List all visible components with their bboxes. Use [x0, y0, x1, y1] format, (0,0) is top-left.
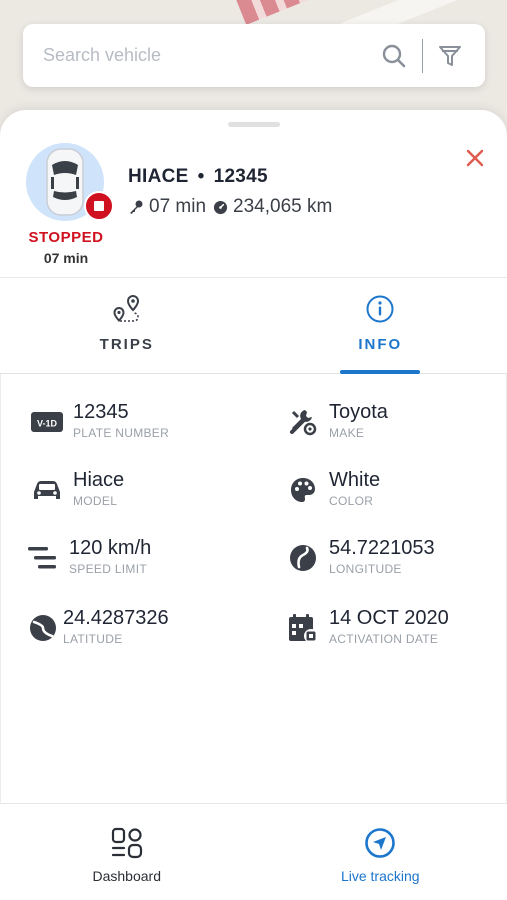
tools-icon: [285, 404, 321, 440]
longitude-label: LONGITUDE: [329, 562, 402, 576]
info-speed-limit: 120 km/h SPEED LIMIT: [25, 536, 151, 576]
dashboard-icon: [110, 826, 144, 860]
color-value: White: [329, 469, 381, 491]
speed-lines-icon: [25, 540, 61, 576]
search-input[interactable]: [23, 24, 380, 87]
engine-duration: 07 min: [149, 196, 207, 217]
speed-limit-label: SPEED LIMIT: [69, 562, 147, 576]
info-make: Toyota MAKE: [285, 400, 388, 440]
make-value: Toyota: [329, 401, 388, 423]
color-label: COLOR: [329, 494, 374, 508]
vehicle-header: STOPPED 07 min HIACE • 12345 07 min 234,…: [0, 110, 507, 278]
nav-dashboard[interactable]: Dashboard: [0, 806, 254, 900]
close-icon[interactable]: [464, 147, 486, 169]
navigation-icon: [363, 826, 397, 860]
plate-number-value: 12345: [73, 401, 129, 423]
bottom-navigation: Dashboard Live tracking: [0, 806, 507, 900]
status-duration: 07 min: [43, 250, 89, 266]
nav-dashboard-label: Dashboard: [92, 868, 162, 884]
tab-info-label: INFO: [358, 336, 403, 353]
vehicle-avatar: [26, 143, 114, 223]
longitude-icon: [285, 540, 321, 576]
speed-limit-value: 120 km/h: [69, 537, 152, 559]
activation-date-value: 14 OCT 2020: [329, 607, 449, 629]
calendar-icon: [285, 610, 321, 646]
filter-icon[interactable]: [437, 43, 463, 69]
tab-info[interactable]: INFO: [254, 278, 507, 374]
plate-icon: V-1D: [29, 404, 65, 440]
status-label: STOPPED: [28, 229, 104, 246]
info-longitude: 54.7221053 LONGITUDE: [285, 536, 435, 576]
model-label: MODEL: [73, 494, 118, 508]
longitude-value: 54.7221053: [329, 537, 435, 559]
vehicle-model: HIACE: [128, 166, 189, 187]
tab-trips-label: TRIPS: [99, 336, 154, 353]
stopped-badge-icon: [84, 191, 114, 221]
info-plate-number: V-1D 12345 PLATE NUMBER: [29, 400, 169, 440]
nav-live-tracking[interactable]: Live tracking: [254, 806, 507, 900]
detail-tabs: TRIPS INFO: [0, 278, 507, 374]
car-icon: [29, 472, 65, 508]
nav-live-tracking-label: Live tracking: [340, 868, 420, 884]
info-activation-date: 14 OCT 2020 ACTIVATION DATE: [285, 606, 449, 646]
odometer-value: 234,065 km: [233, 196, 333, 217]
info-icon: [363, 292, 397, 326]
latitude-label: LATITUDE: [63, 632, 123, 646]
info-color: White COLOR: [285, 468, 380, 508]
info-latitude: 24.4287326 LATITUDE: [25, 606, 169, 646]
latitude-value: 24.4287326: [63, 607, 169, 629]
vehicle-info-panel: V-1D 12345 PLATE NUMBER Toyota MAKE Hiac…: [0, 374, 507, 804]
vehicle-plate: 12345: [213, 166, 268, 187]
title-separator: •: [197, 166, 205, 187]
palette-icon: [285, 472, 321, 508]
plate-number-label: PLATE NUMBER: [73, 426, 170, 440]
tab-trips[interactable]: TRIPS: [0, 278, 254, 373]
vehicle-meta: 07 min 234,065 km: [128, 196, 332, 218]
trips-route-icon: [110, 292, 144, 326]
car-top-view-icon: [46, 148, 84, 216]
search-divider: [422, 38, 423, 73]
vehicle-detail-sheet: STOPPED 07 min HIACE • 12345 07 min 234,…: [0, 110, 507, 900]
vehicle-title: HIACE • 12345: [128, 166, 268, 188]
odometer-icon: [212, 199, 228, 215]
plate-icon-text: V-1D: [37, 419, 58, 429]
activation-date-label: ACTIVATION DATE: [329, 632, 439, 646]
model-value: Hiace: [73, 469, 125, 491]
make-label: MAKE: [329, 426, 365, 440]
search-bar: [23, 24, 485, 87]
key-icon: [128, 199, 144, 215]
search-icon[interactable]: [380, 42, 408, 70]
latitude-icon: [25, 610, 61, 646]
info-model: Hiace MODEL: [29, 468, 124, 508]
